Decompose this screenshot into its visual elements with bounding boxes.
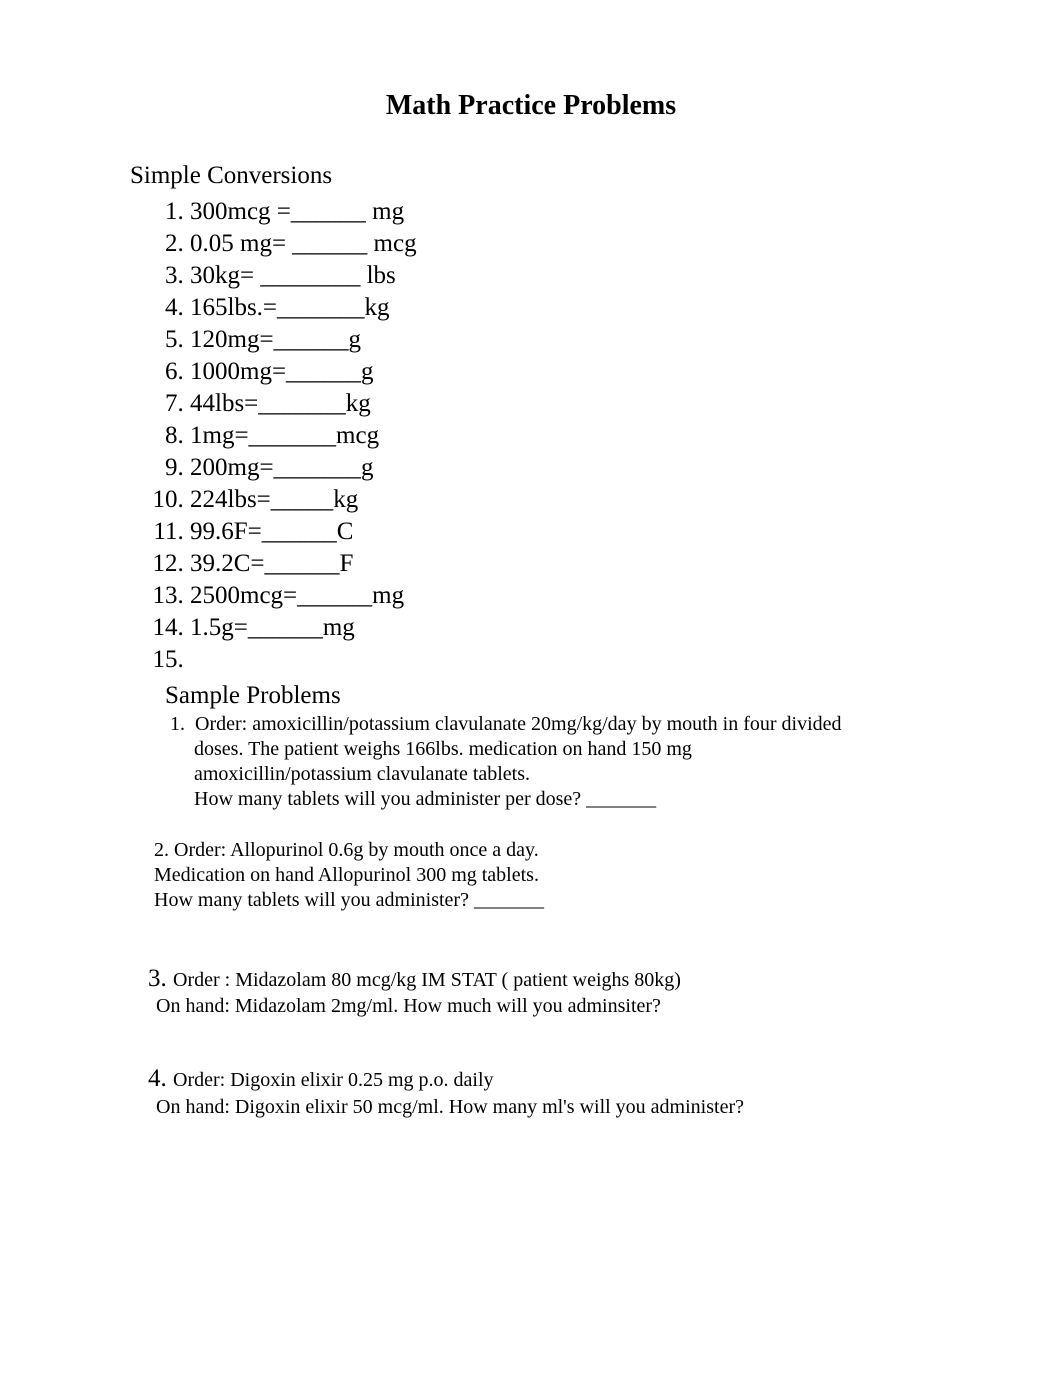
sample-problem-2: 2. Order: Allopurinol 0.6g by mouth once… [154, 838, 962, 913]
problem-number: 4. [148, 1065, 173, 1092]
conversion-item: 224lbs=_____kg [190, 484, 962, 516]
conversion-item: 99.6F=______C [190, 516, 962, 548]
conversion-item: 300mcg =______ mg [190, 196, 962, 228]
problem-text: Order: amoxicillin/potassium clavulanate… [195, 713, 842, 735]
conversion-item: 1mg=_______mcg [190, 420, 962, 452]
sample-problems-header: Sample Problems [165, 682, 962, 710]
problem-text: Order : Midazolam 80 mcg/kg IM STAT ( pa… [173, 969, 681, 991]
problem-text: Medication on hand Allopurinol 300 mg ta… [154, 863, 962, 888]
conversion-item: 1.5g=______mg [190, 612, 962, 644]
problem-text: 2. Order: Allopurinol 0.6g by mouth once… [154, 838, 962, 863]
conversion-item: 44lbs=_______kg [190, 388, 962, 420]
simple-conversions-header: Simple Conversions [130, 162, 962, 190]
sample-problem-3: 3. Order : Midazolam 80 mcg/kg IM STAT (… [148, 963, 962, 1019]
problem-text: amoxicillin/potassium clavulanate tablet… [194, 762, 962, 787]
conversion-item: 200mg=_______g [190, 452, 962, 484]
conversion-item: 30kg= ________ lbs [190, 260, 962, 292]
conversion-item: 165lbs.=_______kg [190, 292, 962, 324]
problem-text: How many tablets will you administer per… [194, 787, 962, 812]
page-title: Math Practice Problems [100, 90, 962, 122]
conversion-item: 120mg=______g [190, 324, 962, 356]
conversion-item: 39.2C=______F [190, 548, 962, 580]
problem-text: Order: Digoxin elixir 0.25 mg p.o. daily [173, 1069, 494, 1091]
conversion-item: 0.05 mg= ______ mcg [190, 228, 962, 260]
conversions-list: 300mcg =______ mg 0.05 mg= ______ mcg 30… [138, 196, 962, 676]
conversion-item-blank [190, 644, 962, 676]
problem-text: How many tablets will you administer? __… [154, 888, 962, 913]
problem-number: 1. [170, 713, 185, 735]
sample-problem-4: 4. Order: Digoxin elixir 0.25 mg p.o. da… [148, 1063, 962, 1119]
conversion-item: 1000mg=______g [190, 356, 962, 388]
conversion-item: 2500mcg=______mg [190, 580, 962, 612]
problem-text: On hand: Digoxin elixir 50 mcg/ml. How m… [156, 1095, 962, 1120]
document-page: Math Practice Problems Simple Conversion… [0, 0, 1062, 1224]
problem-number: 3. [148, 965, 173, 992]
problem-text: doses. The patient weighs 166lbs. medica… [194, 737, 962, 762]
problem-text: On hand: Midazolam 2mg/ml. How much will… [156, 994, 962, 1019]
sample-problem-1: 1. Order: amoxicillin/potassium clavulan… [170, 712, 962, 812]
